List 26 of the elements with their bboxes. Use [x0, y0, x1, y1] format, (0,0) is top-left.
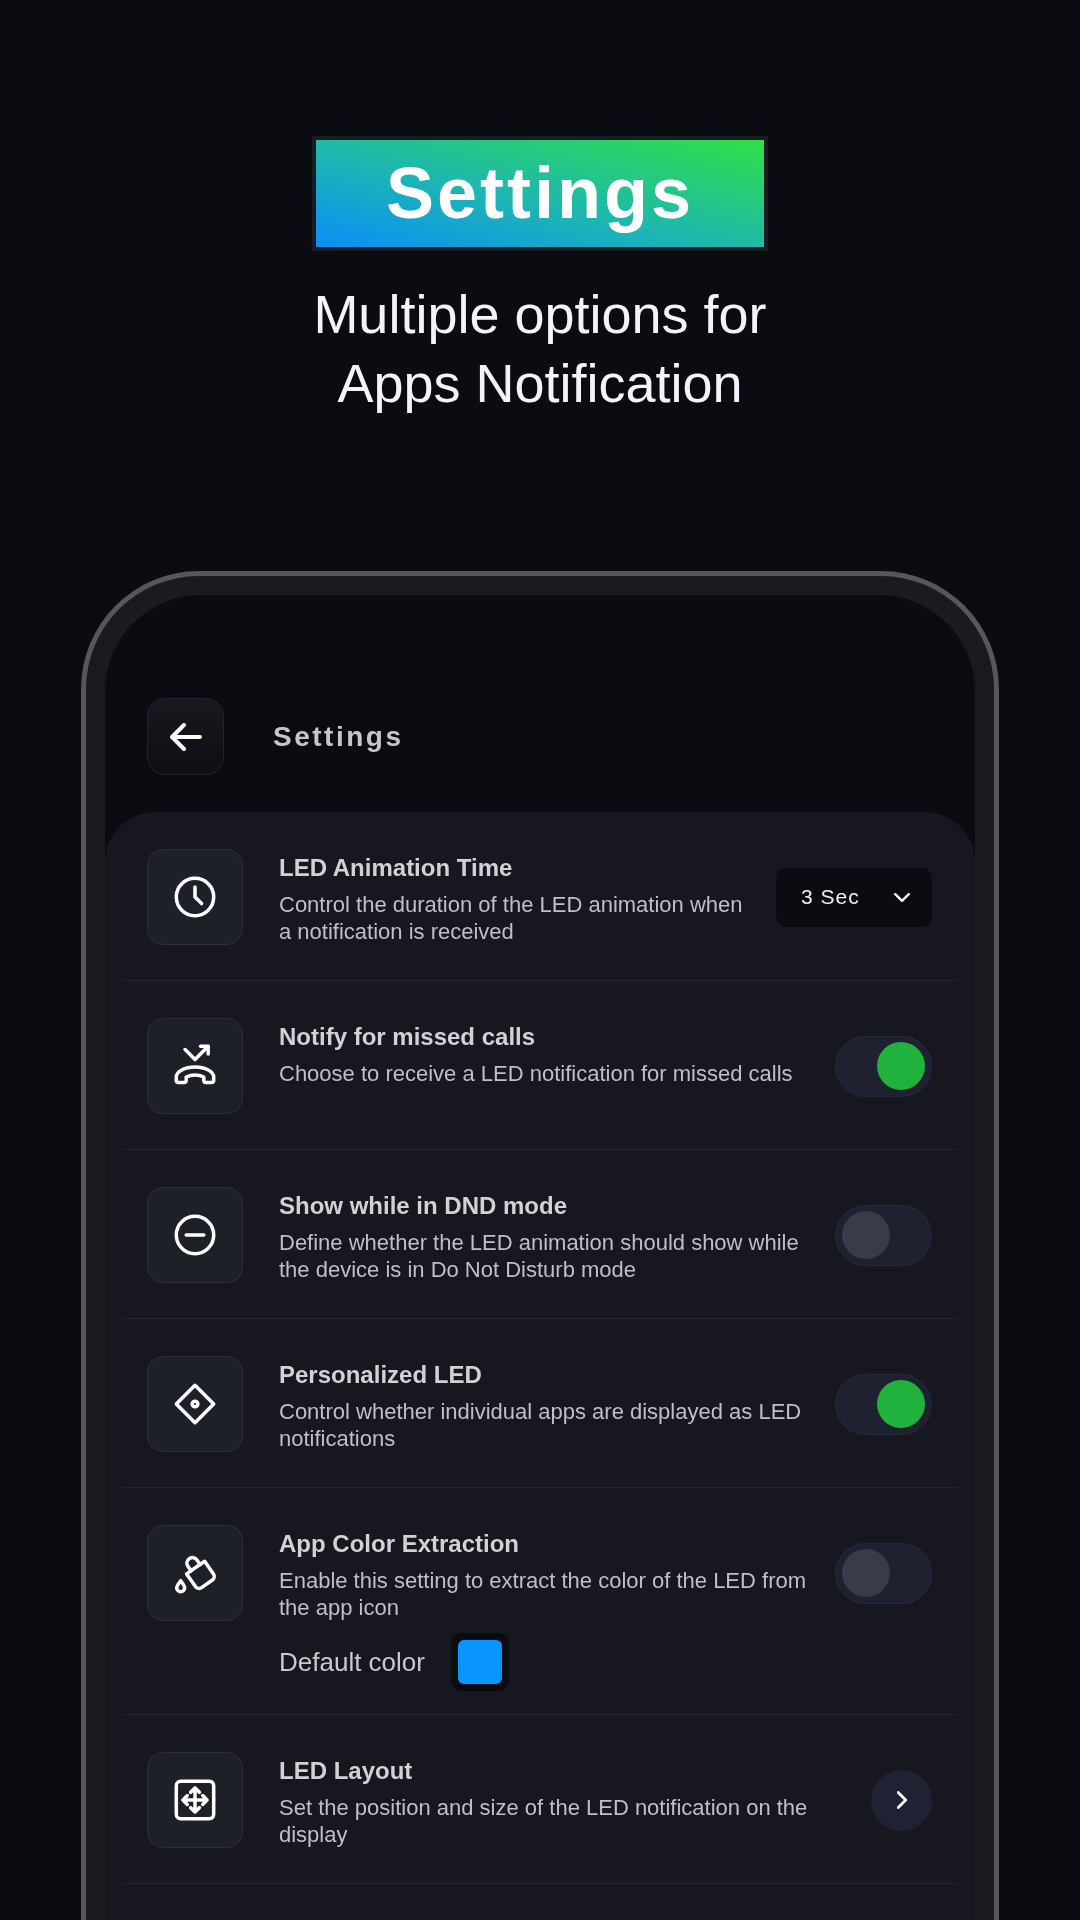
setting-title: LED Animation Time [279, 853, 513, 883]
paint-bucket-icon [147, 1525, 243, 1621]
setting-description: Control whether individual apps are displayed as LED notifications [279, 1398, 803, 1452]
back-arrow-icon [169, 722, 202, 751]
arrows-square-icon [147, 1752, 243, 1848]
setting-description: Set the position and size of the LED notification on the display [279, 1794, 809, 1848]
setting-description: Choose to receive a LED notification for missed calls [279, 1060, 793, 1087]
chevron-down-icon [894, 892, 910, 902]
setting-title: Personalized LED [279, 1360, 482, 1390]
setting-description: Control the duration of the LED animation when a notification is received [279, 891, 744, 945]
setting-description: Define whether the LED animation should show while the device is in Do Not Disturb mode [279, 1229, 800, 1283]
chevron-right-icon [896, 1791, 907, 1809]
setting-title: LED Layout [279, 1756, 413, 1786]
missed-call-icon [147, 1018, 243, 1114]
promo-subtitle: Multiple options for Apps Notification [312, 283, 768, 415]
default-color-label: Default color [279, 1646, 425, 1678]
back-button[interactable] [147, 698, 224, 775]
clock-icon [147, 849, 243, 945]
screen-title: Settings [273, 720, 404, 753]
setting-title: Notify for missed calls [279, 1022, 536, 1052]
setting-description: Enable this setting to extract the color of the LED from the app icon [279, 1567, 808, 1621]
setting-title: Show while in DND mode [279, 1191, 567, 1221]
title-banner: Settings [312, 136, 768, 251]
duration-dropdown[interactable]: 3 Sec [776, 867, 932, 927]
setting-title: App Color Extraction [279, 1529, 519, 1559]
color-picker-button[interactable] [450, 1633, 509, 1691]
